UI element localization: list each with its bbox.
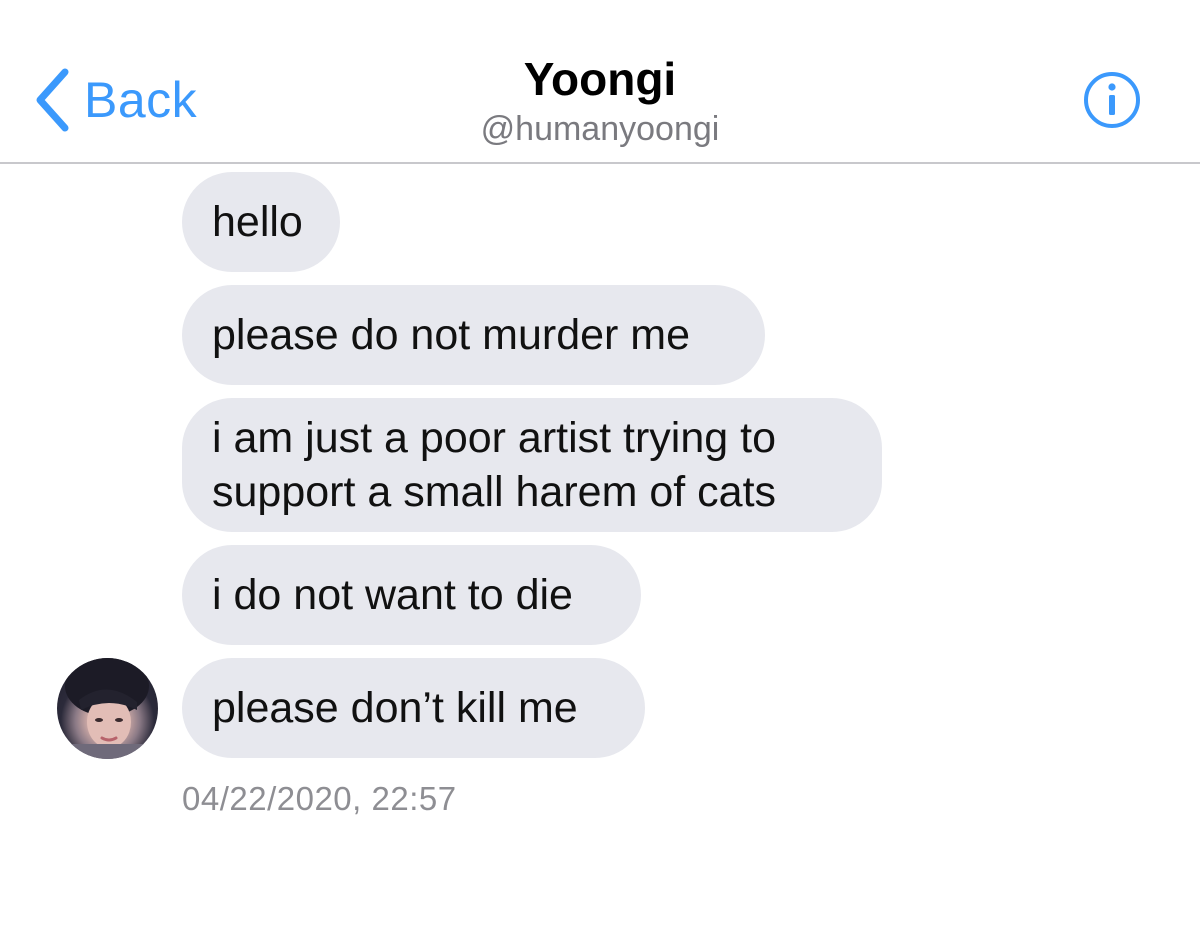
message-bubble[interactable]: i do not want to die	[182, 545, 641, 645]
dm-conversation-screen: Back Yoongi @humanyoongi hello please do…	[0, 0, 1200, 934]
message-bubble[interactable]: please do not murder me	[182, 285, 765, 385]
message-bubble[interactable]: please don’t kill me	[182, 658, 645, 758]
avatar[interactable]	[57, 658, 158, 759]
message-bubble[interactable]: hello	[182, 172, 340, 272]
message-bubble[interactable]: i am just a poor artist trying to suppor…	[182, 398, 882, 532]
conversation-handle: @humanyoongi	[480, 110, 720, 148]
conversation-header: Back Yoongi @humanyoongi	[0, 0, 1200, 164]
info-button[interactable]	[1082, 70, 1142, 130]
message-timestamp: 04/22/2020, 22:57	[182, 780, 457, 817]
info-circle-icon	[1082, 70, 1142, 130]
conversation-title: Yoongi	[523, 53, 677, 105]
